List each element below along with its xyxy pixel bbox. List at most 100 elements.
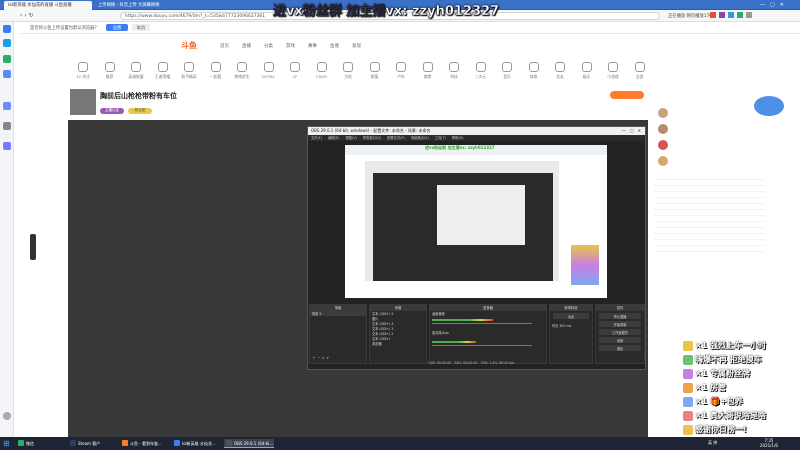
category-item[interactable]: 王者荣耀 [150,62,176,80]
volume-slider[interactable] [432,323,532,324]
volume-slider[interactable] [432,345,532,346]
category-item[interactable]: 娱乐 [574,62,600,80]
browser-tab-active[interactable]: lol新英雄 水仙花的直播 斗鱼直播 [4,1,92,10]
taskbar-item[interactable]: lol新英雄 水仙花... [172,439,222,448]
gift-text: ×1 房管 [695,383,727,392]
obs-menu-item[interactable]: 配置文件(P) [387,136,405,140]
sidebar-tool-icon[interactable] [3,122,11,130]
gift-text: ×1 专属粉丝牌 [695,369,751,378]
control-button-4[interactable]: 退出 [599,345,641,351]
category-icon [608,62,618,72]
room-badge[interactable]: 主播认证 [100,108,124,114]
sidebar-chat-icon[interactable] [3,55,11,63]
window-controls[interactable]: — ▢ ✕ [760,1,796,9]
category-item[interactable]: 一起看 [203,62,229,80]
control-button-2[interactable]: 工作室模式 [599,329,641,335]
nav-item-2[interactable]: 分类 [264,43,273,49]
category-item[interactable]: 二次元 [468,62,494,80]
obs-menu-item[interactable]: 工具(T) [435,136,446,140]
category-label: 王者荣耀 [154,74,171,79]
control-button-1[interactable]: 开始录制 [599,321,641,327]
obs-menu-item[interactable]: 文件(F) [311,136,322,140]
player-side-handle[interactable] [30,234,36,260]
nav-item-1[interactable]: 直播 [242,43,251,49]
taskbar-item[interactable]: OBS 29.0.1 (64-bi... [224,439,274,448]
category-item[interactable]: 科技 [441,62,467,80]
avatar[interactable] [658,108,668,118]
category-item[interactable]: 户外 [388,62,414,80]
nav-back-icon[interactable]: ‹ › ↻ [20,12,34,19]
category-item[interactable]: DOTA2 [256,62,282,79]
category-icon [263,62,274,72]
tray-ime[interactable]: 英 拼 [708,440,717,446]
category-item[interactable]: CSGO [309,62,335,79]
taskbar-item[interactable]: 斗鱼 - 看到年鉴... [120,439,170,448]
category-label: CSGO [316,74,327,79]
category-item[interactable]: 全部 [627,62,653,80]
category-item[interactable]: 推荐 [97,62,123,80]
sidebar-mail-icon[interactable] [3,70,11,78]
category-item[interactable]: 音乐 [494,62,520,80]
category-label: 颜值 [370,74,379,79]
category-item[interactable]: 英雄联盟 [123,62,149,80]
obs-menu-item[interactable]: 编辑(E) [328,136,339,140]
start-menu-icon[interactable]: ⊞ [3,439,12,448]
taskbar-item[interactable]: Steam 客户 [68,439,118,448]
category-item[interactable]: 交友 [547,62,573,80]
category-icon [634,62,645,72]
category-item[interactable]: CF [282,62,308,79]
preview-nested-preview [437,185,525,245]
obs-preview[interactable]: 进vx粉丝群 加主播vx: zzyh012327 [345,145,607,298]
duration-value[interactable]: 300 ms [559,324,571,328]
gift-text: 感谢你日榜一! [695,425,747,434]
nav-item-0[interactable]: 首页 [220,43,229,49]
room-badge[interactable]: 粉丝团 [128,108,152,114]
follow-button[interactable] [610,91,644,99]
scene-controls[interactable]: ＋ − ∧ ∨ [312,355,329,361]
category-item[interactable]: 颜值 [362,62,388,80]
sidebar-settings-icon[interactable] [3,412,11,420]
category-item[interactable]: 美食 [415,62,441,80]
sidebar-app-icon[interactable] [3,39,11,47]
category-item[interactable]: 12 关注 [70,62,96,80]
category-label: 全部 [635,74,644,79]
transition-select[interactable]: 淡出 [553,313,589,319]
nav-item-4[interactable]: 赛事 [308,43,317,49]
promo-badge-icon[interactable] [754,96,784,116]
cancel-button[interactable]: 取消 [132,24,150,31]
category-item[interactable]: 主机 [335,62,361,80]
category-item[interactable]: 绝地求生 [229,62,255,80]
scene-item[interactable]: 场景 2 [310,311,366,316]
browser-tab[interactable]: 上传网络 - 抖音上传 大屏幕网络 [94,1,180,10]
obs-menu-item[interactable]: 帮助(H) [452,136,464,140]
nav-item-6[interactable]: 发现 [352,43,361,49]
category-item[interactable]: 和平精英 [176,62,202,80]
sidebar-doc-icon[interactable] [3,102,11,110]
source-item[interactable]: 浏览器 [370,341,426,346]
category-icon [343,62,353,72]
category-icon [290,62,300,72]
category-item[interactable]: 体育 [521,62,547,80]
clock[interactable]: 7:35 2021/1/6 [760,438,778,448]
nav-item-5[interactable]: 鱼塘 [330,43,339,49]
obs-menu-item[interactable]: 停靠窗口(D) [363,136,381,140]
set-default-button[interactable]: 设置 [106,24,128,31]
avatar[interactable] [658,124,668,134]
avatar[interactable] [658,140,668,150]
obs-menu-item[interactable]: 场景集合(S) [411,136,429,140]
mixer-channel-label: 桌面音频 [432,312,445,316]
browser-toolbar-icons[interactable] [710,12,790,20]
category-label: 娱乐 [582,74,591,79]
control-button-3[interactable]: 设置 [599,337,641,343]
control-button-0[interactable]: 停止直播 [599,313,641,319]
gift-text: 嗨爆不再 拒绝摸车 [695,355,762,364]
site-logo[interactable]: 斗鱼 [181,40,197,51]
obs-window-controls[interactable]: — ▢ ✕ [622,128,641,134]
sidebar-ai-icon[interactable] [3,142,11,150]
taskbar-item[interactable]: 微信 [16,439,66,448]
sidebar-home-icon[interactable] [3,25,11,33]
nav-item-3[interactable]: 游戏 [286,43,295,49]
avatar[interactable] [658,156,668,166]
category-item[interactable]: 小游戏 [600,62,626,80]
obs-menu-item[interactable]: 视图(V) [345,136,356,140]
